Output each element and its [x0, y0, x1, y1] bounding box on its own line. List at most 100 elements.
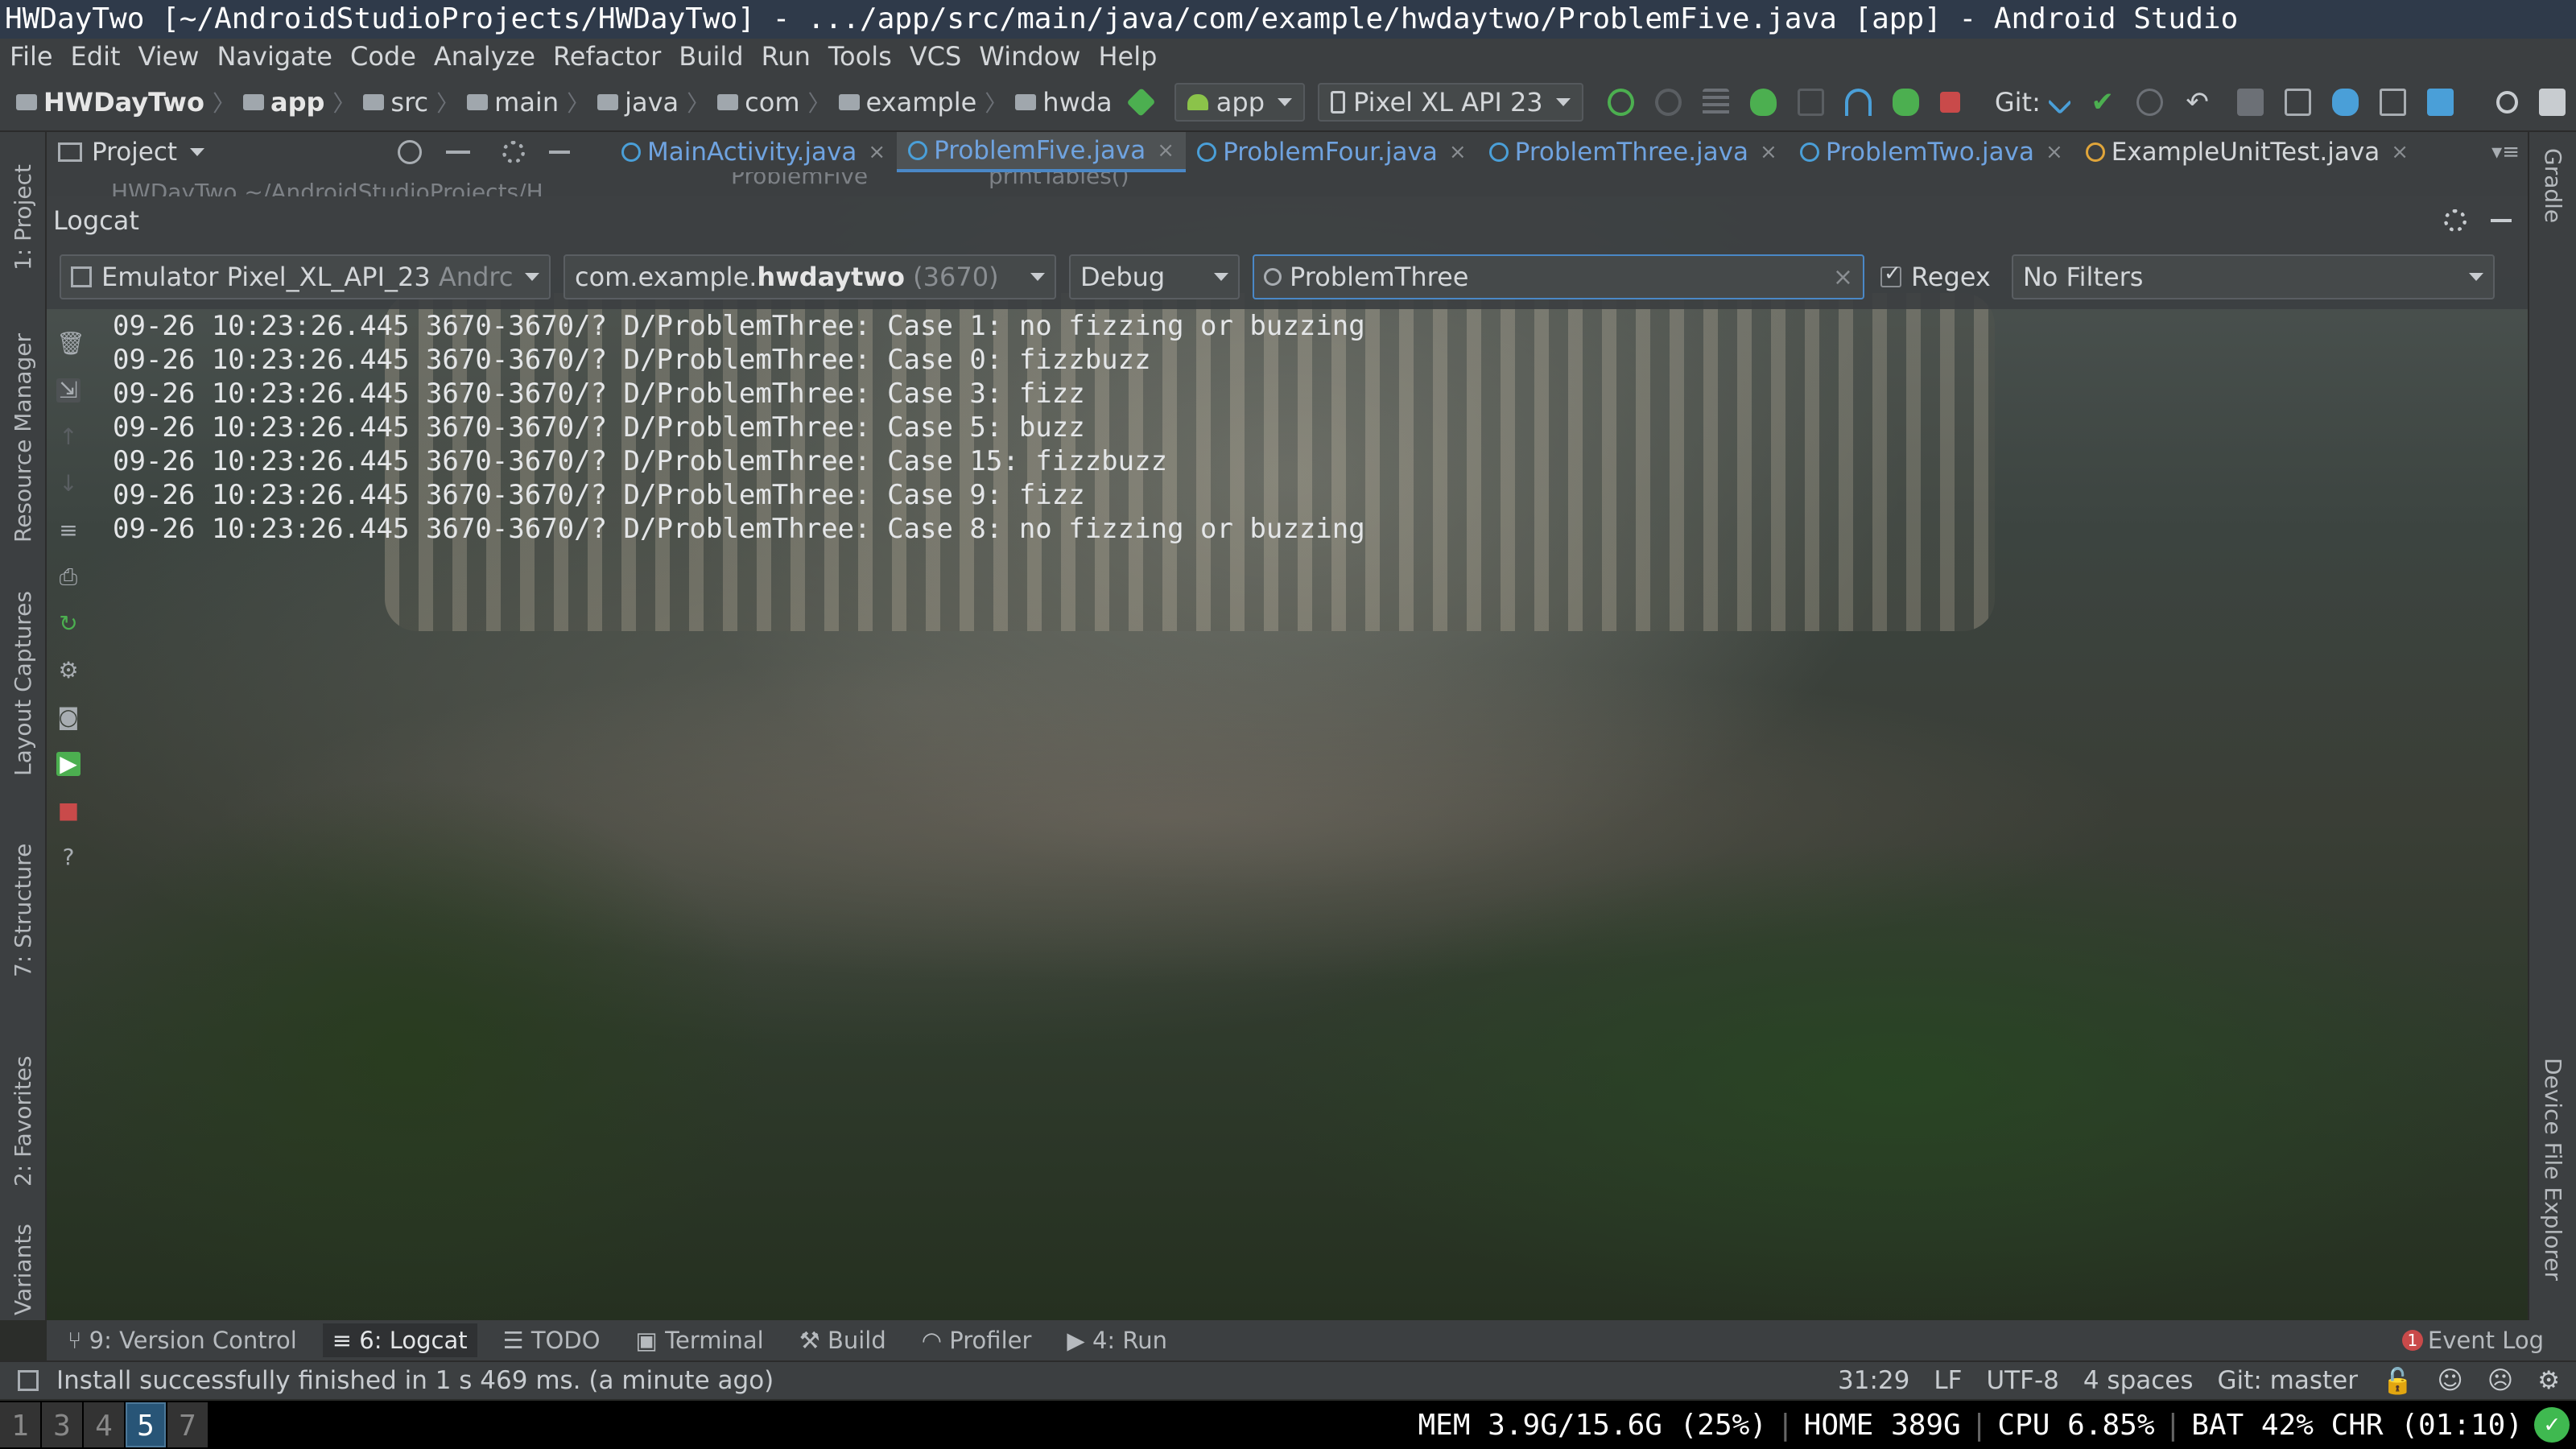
screen-record-icon[interactable]: ▶ [56, 752, 80, 776]
close-icon[interactable]: × [2391, 140, 2409, 164]
menu-tools[interactable]: Tools [828, 41, 892, 72]
debug-app-icon[interactable] [1892, 89, 1919, 116]
menu-file[interactable]: File [10, 41, 53, 72]
tool-logcat[interactable]: ≡ 6: Logcat [322, 1323, 477, 1357]
device-dropdown[interactable]: Emulator Pixel_XL_API_23 Andrc [60, 254, 551, 299]
stripe-resource-manager[interactable]: Resource Manager [10, 333, 36, 543]
avd-manager-icon[interactable] [2379, 89, 2406, 116]
tool-profiler[interactable]: ◠ Profiler [922, 1327, 1032, 1354]
restart-icon[interactable]: ↻ [56, 612, 80, 636]
stripe-gradle[interactable]: Gradle [2540, 148, 2566, 223]
trash-icon[interactable]: 🗑 [56, 332, 85, 356]
history-icon[interactable] [2136, 89, 2164, 116]
sdk-manager-icon[interactable] [2426, 89, 2454, 116]
git-branch[interactable]: Git: master [2218, 1366, 2358, 1395]
workspace-5[interactable]: 5 [126, 1402, 166, 1447]
stripe-variants[interactable]: Variants [10, 1224, 36, 1315]
project-tree-item[interactable]: HWDayTwo ~/AndroidStudioProjects/H [111, 179, 543, 196]
stripe-structure[interactable]: 7: Structure [10, 844, 36, 977]
menu-code[interactable]: Code [350, 41, 416, 72]
git-update-icon[interactable] [2047, 89, 2072, 115]
workspace-3[interactable]: 3 [42, 1402, 82, 1447]
menu-edit[interactable]: Edit [71, 41, 121, 72]
memory-icon[interactable]: ⚙ [2537, 1366, 2560, 1395]
menu-vcs[interactable]: VCS [910, 41, 962, 72]
sad-face-icon[interactable]: ☹ [2487, 1366, 2513, 1395]
sync-gradle-icon[interactable] [2331, 89, 2359, 116]
collapse-icon[interactable] [446, 151, 471, 154]
search-icon[interactable] [2496, 91, 2519, 114]
editor-breadcrumb-method[interactable]: printTables() [989, 172, 1129, 189]
up-arrow-icon[interactable]: ↑ [56, 425, 80, 449]
breadcrumb-app[interactable]: app 〉 [242, 86, 355, 118]
project-structure-icon[interactable] [2237, 89, 2264, 116]
tool-terminal[interactable]: ▣ Terminal [636, 1327, 764, 1354]
minimize-icon[interactable] [2491, 219, 2512, 222]
scroll-to-end-icon[interactable]: ⇲ [56, 378, 80, 402]
editor-breadcrumb-class[interactable]: ProblemFive [731, 172, 868, 189]
tab-problemfive[interactable]: ProblemFive.java × [897, 132, 1187, 172]
stripe-device-file-explorer[interactable]: Device File Explorer [2540, 1058, 2566, 1281]
camera-icon[interactable]: ◙ [56, 705, 80, 729]
menu-help[interactable]: Help [1098, 41, 1157, 72]
stripe-layout-captures[interactable]: Layout Captures [10, 591, 36, 776]
tab-list-icon[interactable]: ▾≡ [2491, 140, 2520, 164]
run-config-select[interactable]: app [1174, 83, 1306, 122]
print-icon[interactable]: ⎙ [56, 565, 80, 589]
soft-wrap-icon[interactable]: ≡ [56, 518, 80, 543]
log-level-dropdown[interactable]: Debug [1069, 254, 1240, 299]
list-icon[interactable] [1702, 89, 1729, 116]
apply-code-changes-icon[interactable] [1654, 89, 1682, 116]
regex-checkbox[interactable] [1880, 262, 1901, 287]
breadcrumb-main[interactable]: main 〉 [467, 86, 589, 118]
terminal-icon[interactable] [2284, 89, 2311, 116]
debug-icon[interactable] [1749, 89, 1777, 116]
process-dropdown[interactable]: com.example. hwdaytwo (3670) [564, 254, 1056, 299]
logcat-search-input[interactable]: ProblemThree × [1253, 254, 1864, 299]
logcat-output[interactable]: 09-26 10:23:26.445 3670-3670/? D/Problem… [113, 309, 2520, 1315]
breadcrumb-src[interactable]: src 〉 [363, 86, 459, 118]
menu-run[interactable]: Run [762, 41, 811, 72]
gear-icon[interactable] [2444, 209, 2467, 232]
profiler-icon[interactable] [1844, 89, 1872, 116]
menu-window[interactable]: Window [979, 41, 1080, 72]
caret-position[interactable]: 31:29 [1838, 1366, 1909, 1395]
happy-face-icon[interactable]: ☺ [2438, 1366, 2463, 1395]
hide-icon[interactable] [549, 151, 571, 154]
breadcrumb-java[interactable]: java 〉 [597, 86, 709, 118]
tab-problemfour[interactable]: ProblemFour.java × [1186, 132, 1478, 172]
tab-problemtwo[interactable]: ProblemTwo.java × [1789, 132, 2074, 172]
tab-mainactivity[interactable]: MainActivity.java × [610, 132, 897, 172]
tool-todo[interactable]: ☰ TODO [503, 1327, 601, 1354]
help-icon[interactable]: ? [56, 845, 80, 869]
workspace-7[interactable]: 7 [167, 1402, 208, 1447]
tool-run[interactable]: ▶ 4: Run [1067, 1327, 1167, 1354]
indent-setting[interactable]: 4 spaces [2083, 1366, 2194, 1395]
menu-view[interactable]: View [138, 41, 200, 72]
breadcrumb-example[interactable]: example 〉 [838, 86, 1007, 118]
apply-changes-icon[interactable] [1607, 89, 1634, 116]
revert-icon[interactable]: ↶ [2184, 89, 2211, 116]
clear-icon[interactable]: × [1833, 263, 1853, 291]
line-separator[interactable]: LF [1934, 1366, 1962, 1395]
stop-icon[interactable]: ■ [56, 799, 80, 823]
menu-build[interactable]: Build [679, 41, 743, 72]
attach-debugger-icon[interactable] [1797, 89, 1824, 116]
close-icon[interactable]: × [2046, 140, 2063, 164]
menu-refactor[interactable]: Refactor [553, 41, 661, 72]
tool-version-control[interactable]: ⑂ 9: Version Control [68, 1327, 297, 1354]
breadcrumb-project[interactable]: HWDayTwo 〉 [16, 86, 235, 118]
breadcrumb-com[interactable]: com 〉 [717, 86, 831, 118]
project-view-select[interactable]: Project [92, 138, 177, 167]
tab-problemthree[interactable]: ProblemThree.java × [1478, 132, 1789, 172]
tab-exampleunittest[interactable]: ExampleUnitTest.java × [2074, 132, 2420, 172]
gear-icon[interactable]: ⚙ [56, 658, 80, 683]
status-toggle-icon[interactable] [18, 1370, 39, 1391]
close-icon[interactable]: × [1760, 140, 1777, 164]
locate-icon[interactable] [398, 140, 423, 164]
git-commit-icon[interactable]: ✔ [2089, 89, 2116, 116]
menu-analyze[interactable]: Analyze [434, 41, 535, 72]
hammer-icon[interactable] [1126, 87, 1156, 118]
gear-icon[interactable] [502, 141, 526, 163]
stripe-project[interactable]: 1: Project [10, 164, 36, 270]
